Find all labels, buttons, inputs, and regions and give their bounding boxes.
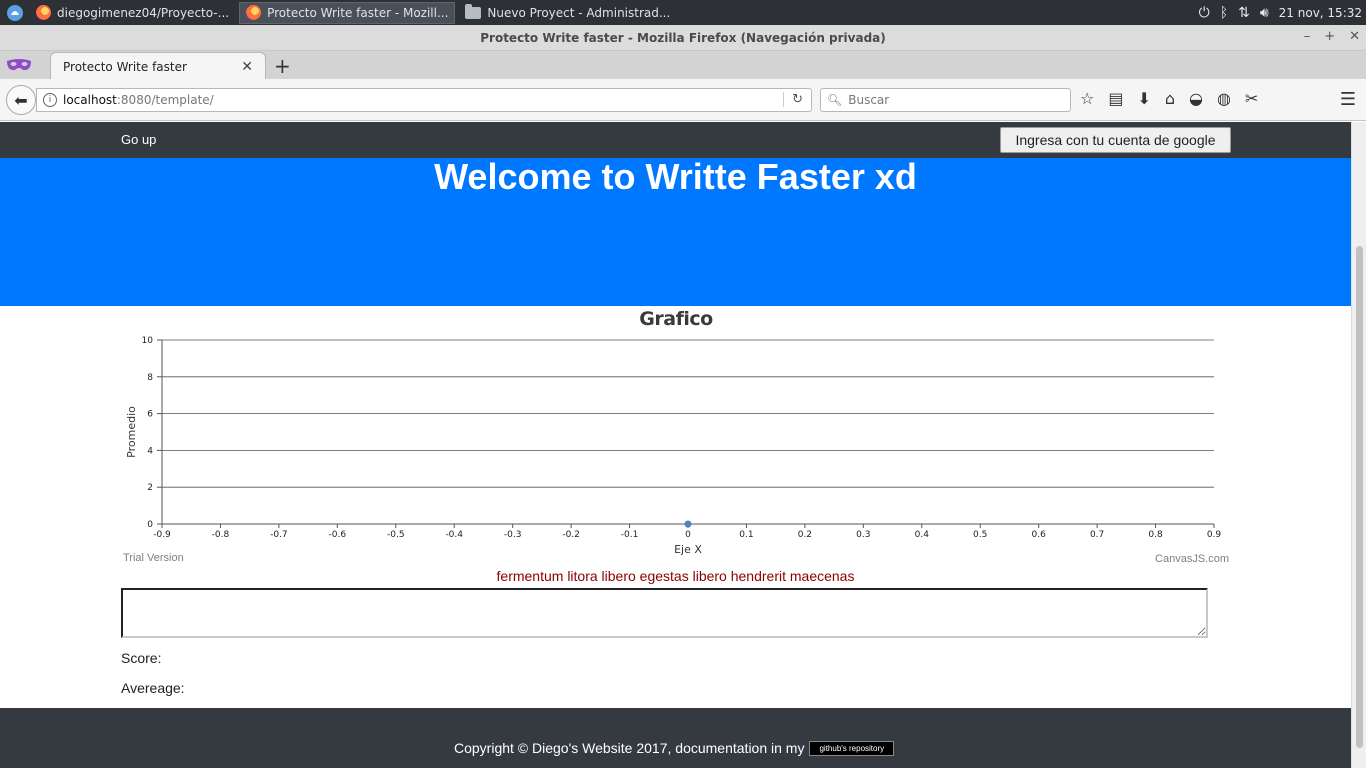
clock[interactable]: 21 nov, 15:32 [1279, 6, 1362, 20]
taskbar-task-label: Nuevo Proyect - Administrad... [487, 5, 671, 20]
y-tick-label: 6 [147, 410, 153, 420]
y-axis-label: Promedio [125, 406, 138, 458]
x-tick-label: 0.9 [1207, 530, 1222, 540]
taskbar-task-label: Protecto Write faster - Mozill... [267, 5, 449, 20]
x-tick-label: 0 [685, 530, 691, 540]
x-tick-label: -0.4 [445, 530, 463, 540]
window-title: Protecto Write faster - Mozilla Firefox … [480, 30, 886, 45]
taskbar-task-firefox[interactable]: Protecto Write faster - Mozill... [239, 1, 456, 24]
x-tick-label: 0.2 [798, 530, 812, 540]
bookmark-star-icon[interactable]: ☆ [1080, 89, 1094, 108]
x-tick-label: 0.8 [1148, 530, 1163, 540]
page-scrollbar[interactable] [1351, 122, 1366, 768]
y-tick-label: 2 [147, 483, 153, 493]
window-titlebar: Protecto Write faster - Mozilla Firefox … [0, 25, 1366, 51]
y-tick-label: 10 [142, 336, 154, 346]
launcher-icon[interactable] [0, 0, 30, 25]
tab-active[interactable]: Protecto Write faster ✕ [50, 52, 266, 80]
pocket-icon[interactable]: ◒ [1189, 89, 1203, 108]
firefox-icon [246, 5, 262, 20]
score-label: Score: [121, 650, 162, 666]
screenshot-icon[interactable]: ✂ [1245, 89, 1258, 108]
bluetooth-icon[interactable]: ᛒ [1220, 5, 1228, 21]
home-icon[interactable]: ⌂ [1165, 89, 1175, 108]
taskbar-task-filemanager[interactable]: Nuevo Proyect - Administrad... [459, 2, 676, 24]
maximize-icon[interactable]: + [1324, 29, 1335, 44]
x-tick-label: 0.5 [973, 530, 987, 540]
scrollbar-thumb[interactable] [1356, 246, 1363, 748]
hero-banner: Welcome to Writte Faster xd [0, 158, 1351, 306]
url-bar[interactable]: i localhost:8080/template/ ↻ [36, 88, 812, 112]
power-plug-icon[interactable]: ⏻ [1199, 5, 1210, 21]
x-tick-label: 0.3 [856, 530, 870, 540]
hero-title: Welcome to Writte Faster xd [434, 156, 917, 197]
minimize-icon[interactable]: – [1304, 29, 1311, 44]
desktop-taskbar: diegogimenez04/Proyecto-... Protecto Wri… [0, 0, 1366, 25]
x-tick-label: 0.1 [739, 530, 753, 540]
tab-title: Protecto Write faster [63, 59, 187, 74]
average-label: Avereage: [121, 680, 185, 696]
github-repository-button[interactable]: github's repository [809, 740, 895, 756]
x-tick-label: -0.7 [270, 530, 288, 540]
y-tick-label: 8 [147, 373, 153, 383]
chart-title: Grafico [639, 308, 713, 330]
close-icon[interactable]: ✕ [1349, 29, 1360, 44]
network-icon[interactable]: ⇅ [1238, 5, 1250, 21]
site-footer: Copyright © Diego's Website 2017, docume… [0, 708, 1351, 768]
taskbar-task-github[interactable]: diegogimenez04/Proyecto-... [30, 2, 235, 24]
copyright-text: Copyright © Diego's Website 2017, docume… [454, 740, 805, 756]
x-tick-label: -0.5 [387, 530, 405, 540]
folder-icon [465, 3, 482, 19]
page-viewport: Go up Ingresa con tu cuenta de google We… [0, 122, 1351, 768]
chart-container: 0 2 4 6 8 10 -0.9 -0.8 -0.7 -0.6 -0.5 -0.4 -0.3 -0.2 -… [121, 306, 1231, 566]
reload-icon[interactable]: ↻ [783, 92, 803, 107]
url-path: :8080/template/ [116, 93, 214, 107]
x-tick-label: 0.4 [915, 530, 930, 540]
x-axis-label: Eje X [674, 543, 702, 556]
reading-list-icon[interactable]: ▤ [1108, 89, 1123, 108]
firefox-icon [36, 5, 51, 20]
target-phrase: fermentum litora libero egestas libero h… [496, 568, 855, 584]
data-point [684, 520, 692, 528]
x-tick-label: -0.3 [504, 530, 522, 540]
y-tick-label: 0 [147, 520, 153, 530]
line-chart: 0 2 4 6 8 10 -0.9 -0.8 -0.7 -0.6 -0.5 -0.4 -0.3 -0.2 -… [125, 336, 1222, 556]
hamburger-menu-icon[interactable]: ☰ [1340, 89, 1356, 110]
search-icon: 🔍︎ [827, 93, 843, 107]
x-tick-label: -0.1 [621, 530, 639, 540]
new-tab-icon[interactable]: + [274, 54, 291, 78]
x-tick-label: -0.6 [329, 530, 347, 540]
x-tick-label: -0.8 [212, 530, 230, 540]
taskbar-task-label: diegogimenez04/Proyecto-... [57, 5, 230, 20]
tab-close-icon[interactable]: ✕ [241, 59, 253, 75]
search-placeholder: Buscar [848, 93, 890, 107]
google-signin-button[interactable]: Ingresa con tu cuenta de google [1000, 127, 1231, 153]
site-navbar: Go up Ingresa con tu cuenta de google [0, 122, 1351, 158]
x-tick-label: 0.7 [1090, 530, 1104, 540]
x-tick-label: -0.2 [562, 530, 580, 540]
trial-version-text: Trial Version [123, 552, 184, 564]
typing-input[interactable] [121, 588, 1208, 638]
volume-icon[interactable]: 🔊︎ [1260, 5, 1269, 21]
globe-extension-icon[interactable]: ◍ [1217, 89, 1231, 108]
private-browsing-mask-icon [6, 56, 32, 74]
x-tick-label: -0.9 [153, 530, 171, 540]
info-icon[interactable]: i [43, 93, 57, 107]
canvasjs-credit-link[interactable]: CanvasJS.com [1155, 553, 1229, 565]
search-input[interactable]: 🔍︎ Buscar [820, 88, 1071, 112]
tab-strip: Protecto Write faster ✕ + [0, 51, 1366, 80]
download-icon[interactable]: ⬇ [1137, 89, 1150, 108]
navigation-toolbar: ⬅ i localhost:8080/template/ ↻ 🔍︎ Buscar… [0, 79, 1366, 121]
system-tray: ⏻ ᛒ ⇅ 🔊︎ 21 nov, 15:32 [1199, 5, 1366, 21]
back-arrow-icon[interactable]: ⬅ [6, 85, 36, 115]
y-tick-label: 4 [147, 446, 153, 456]
go-up-link[interactable]: Go up [121, 132, 156, 147]
url-host: localhost [63, 93, 117, 107]
x-tick-label: 0.6 [1032, 530, 1047, 540]
